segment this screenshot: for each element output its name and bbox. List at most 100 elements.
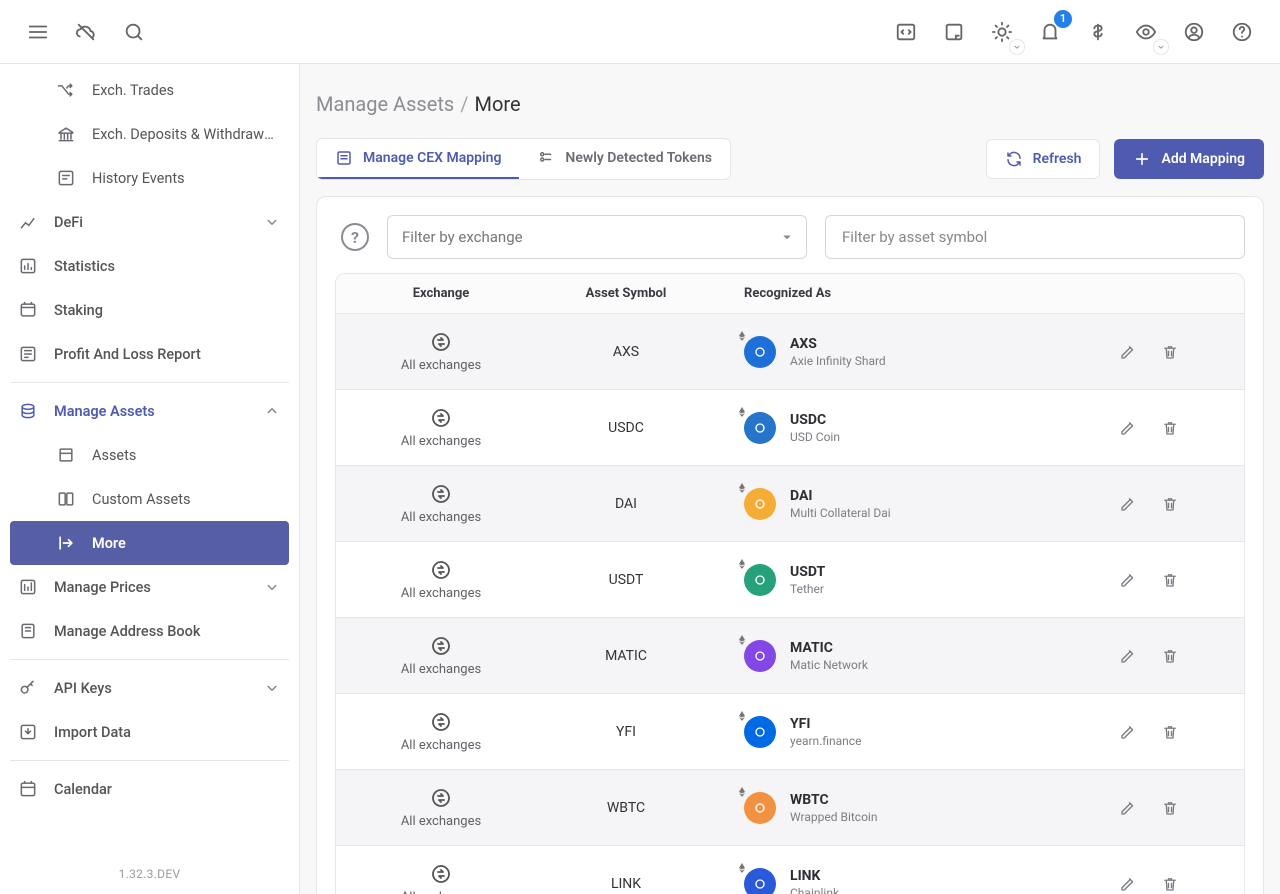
chevron-down-icon [1010, 40, 1024, 54]
sidebar-item[interactable]: More [10, 521, 289, 565]
recognized-symbol: WBTC [790, 792, 877, 808]
recognized-symbol: LINK [790, 868, 839, 884]
recognized-name: yearn.finance [790, 734, 861, 748]
delete-button[interactable] [1161, 647, 1179, 665]
sidebar-item-label: Staking [54, 302, 281, 319]
stake-icon [18, 300, 38, 320]
th-symbol: Asset Symbol [526, 286, 726, 301]
menu-button[interactable] [18, 12, 58, 52]
mapping-card: ? Filter by exchange Exchange Asset Symb… [316, 196, 1264, 894]
prices-icon [18, 577, 38, 597]
sidebar-item[interactable]: Profit And Loss Report [0, 332, 299, 376]
eth-badge-icon [736, 786, 748, 798]
exchange-icon [429, 330, 453, 354]
edit-button[interactable] [1119, 799, 1137, 817]
delete-button[interactable] [1161, 419, 1179, 437]
delete-button[interactable] [1161, 875, 1179, 893]
help-icon[interactable]: ? [341, 223, 369, 251]
delete-button[interactable] [1161, 343, 1179, 361]
th-exchange: Exchange [336, 286, 526, 301]
delete-button[interactable] [1161, 571, 1179, 589]
eth-badge-icon [736, 710, 748, 722]
currency-button[interactable] [1078, 12, 1118, 52]
filter-symbol-field[interactable] [840, 227, 1230, 247]
sidebar-item[interactable]: Custom Assets [0, 477, 299, 521]
token-icon [744, 564, 776, 596]
filter-symbol-input[interactable] [825, 215, 1245, 259]
table-row: All exchangesYFIYFIyearn.finance [336, 694, 1244, 770]
edit-button[interactable] [1119, 875, 1137, 893]
delete-button[interactable] [1161, 799, 1179, 817]
recognized-name: Multi Collateral Dai [790, 506, 891, 520]
book-icon [18, 621, 38, 641]
exchange-label: All exchanges [401, 434, 481, 449]
table-row: All exchangesMATICMATICMatic Network [336, 618, 1244, 694]
sidebar-item[interactable]: Manage Assets [0, 389, 299, 433]
breadcrumb-parent[interactable]: Manage Assets [316, 92, 454, 116]
exchange-icon [429, 862, 453, 886]
delete-button[interactable] [1161, 723, 1179, 741]
sidebar-item[interactable]: Manage Prices [0, 565, 299, 609]
recognized-name: Axie Infinity Shard [790, 354, 886, 368]
search-button[interactable] [114, 12, 154, 52]
breadcrumb-separator: / [460, 92, 468, 116]
sidebar-item[interactable]: Manage Address Book [0, 609, 299, 653]
sidebar-item[interactable]: DeFi [0, 200, 299, 244]
filter-exchange-select[interactable]: Filter by exchange [387, 215, 807, 259]
chevron-down-icon [1154, 40, 1168, 54]
notifications-button[interactable]: 1 [1030, 12, 1070, 52]
eth-badge-icon [736, 406, 748, 418]
edit-button[interactable] [1119, 723, 1137, 741]
exchange-label: All exchanges [401, 890, 481, 894]
help-button[interactable] [1222, 12, 1262, 52]
cell-symbol: USDC [526, 420, 726, 436]
shuffle-icon [56, 80, 76, 100]
chart-icon [18, 212, 38, 232]
exchange-label: All exchanges [401, 358, 481, 373]
sidebar-item-label: Profit And Loss Report [54, 346, 281, 363]
sidebar-item[interactable]: Assets [0, 433, 299, 477]
edit-button[interactable] [1119, 647, 1137, 665]
recognized-name: Matic Network [790, 658, 868, 672]
stats-icon [18, 256, 38, 276]
exchange-icon [429, 558, 453, 582]
sidebar-item-label: Manage Address Book [54, 623, 281, 640]
recognized-symbol: DAI [790, 488, 891, 504]
sidebar: Exch. Trades Exch. Deposits & Withdrawals… [0, 64, 300, 894]
tab-manage-cex[interactable]: Manage CEX Mapping [317, 139, 519, 179]
offline-icon[interactable] [66, 12, 106, 52]
theme-button[interactable] [982, 12, 1022, 52]
sidebar-item[interactable]: API Keys [0, 666, 299, 710]
recognized-name: Chainlink [790, 886, 839, 894]
notes-button[interactable] [934, 12, 974, 52]
edit-button[interactable] [1119, 495, 1137, 513]
token-icon [744, 868, 776, 894]
account-button[interactable] [1174, 12, 1214, 52]
delete-button[interactable] [1161, 495, 1179, 513]
sidebar-item[interactable]: Statistics [0, 244, 299, 288]
edit-button[interactable] [1119, 419, 1137, 437]
bank-icon [56, 124, 76, 144]
sidebar-item-label: API Keys [54, 680, 263, 697]
token-icon [744, 412, 776, 444]
tab-newly-detected[interactable]: Newly Detected Tokens [519, 139, 730, 179]
sidebar-item[interactable]: Exch. Deposits & Withdrawals [0, 112, 299, 156]
exchange-label: All exchanges [401, 738, 481, 753]
sidebar-item[interactable]: Calendar [0, 767, 299, 811]
table-row: All exchangesLINKLINKChainlink [336, 846, 1244, 894]
edit-button[interactable] [1119, 343, 1137, 361]
mapping-table: Exchange Asset Symbol Recognized As All … [335, 273, 1245, 894]
privacy-button[interactable] [1126, 12, 1166, 52]
refresh-button[interactable]: Refresh [986, 139, 1101, 179]
sidebar-item[interactable]: Import Data [0, 710, 299, 754]
chevron-down-icon [263, 578, 281, 596]
sidebar-item[interactable]: History Events [0, 156, 299, 200]
eth-badge-icon [736, 862, 748, 874]
calendar-icon [18, 779, 38, 799]
sidebar-item-label: Exch. Trades [92, 82, 281, 99]
add-mapping-button[interactable]: Add Mapping [1114, 139, 1264, 179]
sidebar-item[interactable]: Staking [0, 288, 299, 332]
edit-button[interactable] [1119, 571, 1137, 589]
dev-code-button[interactable] [886, 12, 926, 52]
sidebar-item[interactable]: Exch. Trades [0, 68, 299, 112]
